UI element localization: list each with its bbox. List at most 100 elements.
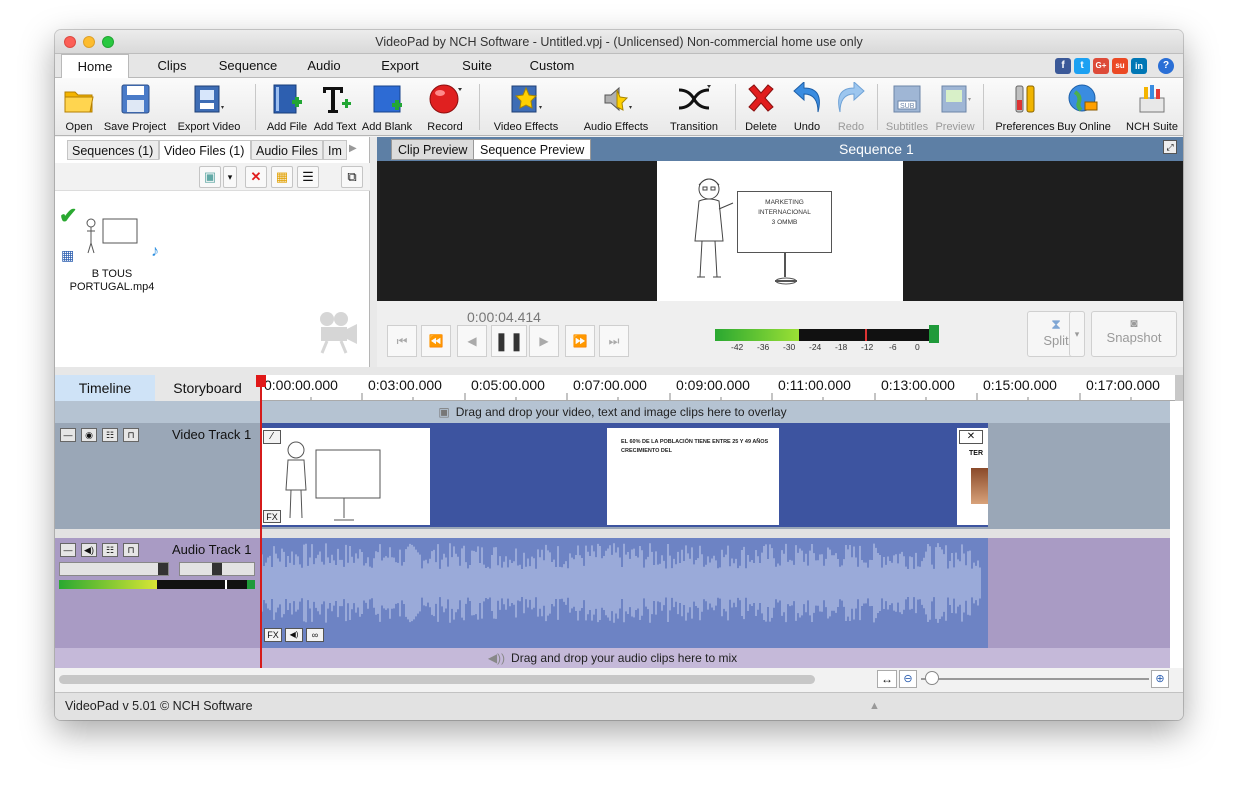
overlay-drop-zone[interactable]: ▣ Drag and drop your video, text and imag…: [55, 401, 1170, 423]
transition-marker-icon[interactable]: ✕: [959, 430, 983, 444]
export-video-button[interactable]: Export Video: [178, 80, 240, 134]
video-preview[interactable]: MARKETING INTERNACIONAL 3 OMMB: [377, 161, 1183, 301]
go-to-start-button[interactable]: ⏮: [387, 325, 417, 357]
collapse-track-icon[interactable]: —: [60, 543, 76, 557]
tab-suite[interactable]: Suite: [449, 54, 505, 78]
vertical-scrollbar[interactable]: [1170, 401, 1183, 668]
tab-export[interactable]: Export: [369, 54, 431, 78]
twitter-icon[interactable]: t: [1074, 58, 1090, 74]
pan-slider-thumb[interactable]: [212, 563, 222, 575]
tab-home[interactable]: Home: [61, 54, 129, 79]
google-plus-icon[interactable]: G+: [1093, 58, 1109, 74]
speaker-mute-icon[interactable]: ◀): [81, 543, 97, 557]
tab-audio[interactable]: Audio: [295, 54, 353, 78]
preferences-button[interactable]: Preferences: [995, 80, 1055, 134]
audio-track-content[interactable]: FX ◀) ∞: [260, 538, 988, 648]
track-splitter[interactable]: [55, 529, 1170, 538]
preview-button[interactable]: Preview: [933, 80, 977, 134]
video-effects-icon: [509, 82, 543, 116]
list-view-icon[interactable]: ☰: [297, 166, 319, 188]
tab-storyboard[interactable]: Storyboard: [155, 375, 260, 401]
undock-preview-icon[interactable]: ⤢: [1163, 140, 1177, 154]
tab-custom[interactable]: Custom: [521, 54, 583, 78]
transition-button[interactable]: Transition: [669, 80, 719, 134]
link-icon[interactable]: ∞: [306, 628, 324, 642]
lock-icon[interactable]: ⊓: [123, 543, 139, 557]
audio-fx-button[interactable]: FX: [264, 628, 282, 642]
clip-fx-button[interactable]: FX: [263, 510, 281, 523]
video-clip-2[interactable]: EL 60% DE LA POBLACIÓN TIENE ENTRE 25 Y …: [607, 428, 779, 525]
linkedin-icon[interactable]: in: [1131, 58, 1147, 74]
tab-sequences[interactable]: Sequences (1): [67, 140, 159, 160]
previous-clip-button[interactable]: ⏪: [421, 325, 451, 357]
close-window-button[interactable]: [64, 36, 76, 48]
tab-timeline[interactable]: Timeline: [55, 375, 155, 401]
zoom-slider[interactable]: [921, 671, 1149, 685]
zoom-window-button[interactable]: [102, 36, 114, 48]
tab-scroll-right-icon[interactable]: ▶: [349, 143, 357, 154]
tab-sequence-preview[interactable]: Sequence Preview: [473, 139, 592, 160]
horizontal-scrollbar[interactable]: [59, 675, 815, 684]
pan-slider[interactable]: [179, 562, 255, 576]
zoom-slider-thumb[interactable]: [925, 671, 939, 685]
zoom-in-icon[interactable]: ⊕: [1151, 670, 1169, 688]
video-clip-3[interactable]: ✕ TER: [957, 428, 988, 525]
facebook-icon[interactable]: f: [1055, 58, 1071, 74]
playhead[interactable]: [260, 375, 262, 668]
tab-clip-preview[interactable]: Clip Preview: [391, 139, 475, 160]
track-group-icon[interactable]: ☷: [102, 428, 118, 442]
fit-timeline-icon[interactable]: ↔: [877, 670, 897, 688]
undock-icon[interactable]: ⧉: [341, 166, 363, 188]
record-button[interactable]: Record: [423, 80, 467, 134]
next-clip-button[interactable]: ⏩: [565, 325, 595, 357]
fade-curve-icon[interactable]: ⁄: [263, 430, 281, 444]
pause-button[interactable]: ❚❚: [491, 325, 527, 357]
volume-slider[interactable]: [59, 562, 169, 576]
audio-mix-drop-zone[interactable]: ◀)) Drag and drop your audio clips here t…: [55, 648, 1170, 668]
nch-suite-button[interactable]: NCH Suite: [1126, 80, 1178, 134]
audio-effects-button[interactable]: Audio Effects: [584, 80, 648, 134]
lock-icon[interactable]: ⊓: [123, 428, 139, 442]
open-button[interactable]: Open: [59, 80, 99, 134]
audio-volume-icon[interactable]: ◀): [285, 628, 303, 642]
horizontal-splitter[interactable]: [55, 367, 1183, 375]
zoom-out-icon[interactable]: ⊖: [899, 670, 917, 688]
dropdown-arrow-icon[interactable]: ▾: [223, 166, 237, 188]
add-to-sequence-icon[interactable]: ▣: [199, 166, 221, 188]
collapse-track-icon[interactable]: —: [60, 428, 76, 442]
split-dropdown-arrow-icon[interactable]: ▾: [1069, 311, 1085, 357]
stumbleupon-icon[interactable]: su: [1112, 58, 1128, 74]
panel-splitter[interactable]: [370, 137, 377, 367]
time-ruler[interactable]: 0:00:00.000 0:03:00.000 0:05:00.000 0:07…: [260, 375, 1175, 401]
snapshot-button[interactable]: ◙ Snapshot: [1091, 311, 1177, 357]
video-clip-1[interactable]: ⁄ FX: [260, 428, 430, 525]
visibility-eye-icon[interactable]: ◉: [81, 428, 97, 442]
volume-slider-thumb[interactable]: [158, 563, 168, 575]
remove-clip-icon[interactable]: ✕: [245, 166, 267, 188]
go-to-end-button[interactable]: ⏭: [599, 325, 629, 357]
video-effects-button[interactable]: Video Effects: [494, 80, 558, 134]
add-folder-icon[interactable]: ▦: [271, 166, 293, 188]
tab-video-files[interactable]: Video Files (1): [159, 140, 251, 160]
tab-sequence[interactable]: Sequence: [211, 54, 285, 78]
delete-button[interactable]: Delete: [743, 80, 779, 134]
buy-online-button[interactable]: Buy Online: [1057, 80, 1111, 134]
help-icon[interactable]: ?: [1158, 58, 1174, 74]
tab-audio-files[interactable]: Audio Files: [251, 140, 323, 160]
video-file-item[interactable]: ✔ ▦ ♪ B TOUS PORTUGAL.mp4: [59, 203, 161, 297]
step-back-button[interactable]: ◀: [457, 325, 487, 357]
track-group-icon[interactable]: ☷: [102, 543, 118, 557]
tab-clips[interactable]: Clips: [143, 54, 201, 78]
redo-button[interactable]: Redo: [833, 80, 869, 134]
save-project-button[interactable]: Save Project: [104, 80, 166, 134]
undo-button[interactable]: Undo: [789, 80, 825, 134]
add-text-button[interactable]: Add Text: [313, 80, 357, 134]
track-level-meter: [59, 580, 255, 589]
playhead-handle[interactable]: [256, 375, 266, 387]
minimize-window-button[interactable]: [83, 36, 95, 48]
add-blank-button[interactable]: Add Blank: [362, 80, 412, 134]
video-track-content[interactable]: ⁄ FX EL 60% DE LA POBLACIÓN TIENE ENTRE …: [260, 423, 988, 527]
expand-panel-icon[interactable]: ▲: [869, 693, 880, 720]
tab-images[interactable]: Im: [323, 140, 347, 160]
step-forward-button[interactable]: ▶: [529, 325, 559, 357]
